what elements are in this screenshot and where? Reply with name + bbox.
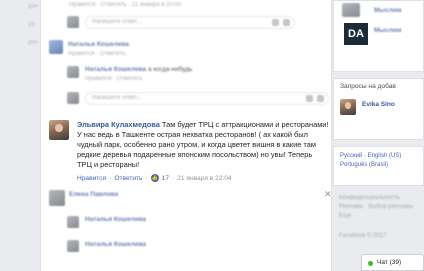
page-thumbnail	[342, 3, 360, 17]
page-name[interactable]: Мыслим	[374, 7, 402, 14]
reply-comment: Наталья Кошелева	[68, 41, 129, 48]
reply-meta-row: Нравится · Ответить	[68, 51, 126, 57]
requester-name[interactable]: Evika Sino	[362, 101, 395, 108]
avatar	[67, 240, 79, 252]
avatar	[67, 66, 79, 78]
nav-count-2: 15	[28, 22, 35, 28]
left-navigation-rail: 20+ 15 20+	[0, 0, 40, 271]
page-name[interactable]: Мыслим	[374, 27, 402, 34]
avatar	[49, 190, 65, 206]
friend-requests-card: Запросы на добав Evika Sino	[333, 78, 424, 140]
nav-count-3: 20+	[28, 40, 39, 46]
requester-avatar[interactable]	[340, 99, 356, 115]
reply-input[interactable]: Напишите ответ...	[85, 92, 329, 105]
avatar	[49, 40, 63, 54]
language-en[interactable]: English (US)	[368, 153, 402, 159]
likes-count[interactable]: 17	[162, 175, 169, 182]
reply-meta-row: Нравится · Ответить	[85, 76, 143, 82]
comment-actions: Нравится · Ответить · 👍 17 · 21 января в…	[77, 174, 232, 182]
reply-link[interactable]: Ответить	[114, 175, 142, 182]
comments-feed: Нравится · Ответить · 21 января в 20:05 …	[40, 0, 332, 271]
input-icons	[272, 19, 290, 26]
reply-comment: Елена Павлова	[69, 191, 119, 198]
avatar	[67, 216, 79, 228]
close-icon[interactable]: ✕	[324, 189, 332, 200]
like-thumb-icon: 👍	[150, 174, 159, 182]
avatar	[67, 16, 79, 28]
comment-author[interactable]: Эльвира Кулахмедова	[77, 120, 160, 129]
input-icons	[306, 95, 324, 102]
language-card: Русский · English (US) Português (Brasil…	[333, 146, 424, 186]
reply-input[interactable]: Напишите ответ...	[85, 16, 295, 29]
footer-links: Конфиденциальность Реклама · Выбор рекла…	[339, 195, 414, 219]
language-pt[interactable]: Português (Brasil)	[340, 162, 388, 168]
camera-icon	[317, 95, 324, 102]
emoji-icon	[306, 95, 313, 102]
avatar	[67, 92, 79, 104]
copyright: Facebook © 2017	[339, 233, 387, 239]
language-list: Русский · English (US) Português (Brasil…	[340, 153, 402, 168]
da-logo[interactable]: DA	[344, 23, 368, 45]
reply-comment: Наталья Кошелева	[85, 216, 146, 223]
reply-comment: Наталья Кошелева а когда-нибудь	[85, 66, 193, 73]
reply-comment: Наталья Кошелева	[85, 241, 146, 248]
camera-icon	[283, 19, 290, 26]
commenter-avatar[interactable]	[49, 120, 69, 140]
suggested-pages-card: Мыслим DA Мыслим	[333, 0, 424, 72]
chat-label: Чат (39)	[377, 259, 402, 266]
nav-count-1: 20+	[28, 4, 39, 10]
comment-body: Эльвира Кулахмедова Там будет ТРЦ с аттр…	[77, 120, 329, 170]
friend-requests-title[interactable]: Запросы на добав	[340, 83, 396, 90]
comment-timestamp[interactable]: 21 января в 22:04	[177, 175, 231, 182]
like-link[interactable]: Нравится	[77, 175, 106, 182]
reply-meta-row: Нравится · Ответить · 21 января в 20:05	[69, 2, 182, 8]
right-sidebar: Мыслим DA Мыслим Запросы на добав Evika …	[333, 0, 424, 271]
emoji-icon	[272, 19, 279, 26]
online-indicator-icon	[368, 261, 373, 266]
chat-bar[interactable]: Чат (39)	[361, 254, 424, 271]
language-ru[interactable]: Русский	[340, 153, 362, 159]
